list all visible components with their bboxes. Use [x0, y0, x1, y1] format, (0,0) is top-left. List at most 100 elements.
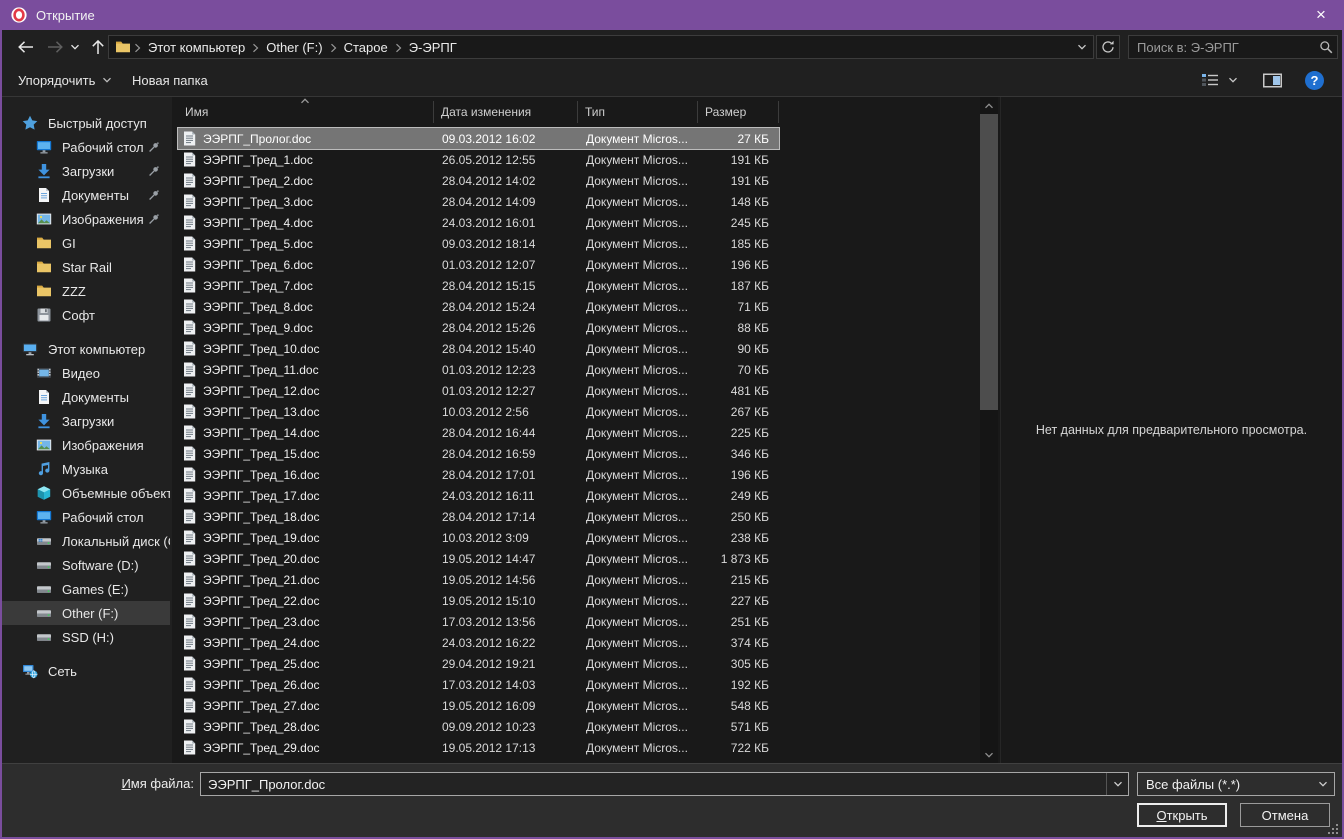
sidebar-item[interactable]: Other (F:) — [2, 601, 170, 625]
file-row[interactable]: ЭЭРПГ_Тред_5.doc 09.03.2012 18:14 Документ… — [178, 233, 779, 254]
sidebar-section-star[interactable]: Быстрый доступ — [2, 111, 170, 135]
file-size: 227 КБ — [730, 593, 769, 608]
file-row[interactable]: ЭЭРПГ_Тред_8.doc 28.04.2012 15:24 Документ… — [178, 296, 779, 317]
file-name: ЭЭРПГ_Тред_7.doc — [203, 278, 313, 293]
address-bar[interactable]: Этот компьютер Other (F:) Старое Э-ЭРПГ — [108, 35, 1094, 59]
file-size: 249 КБ — [730, 488, 769, 503]
file-row[interactable]: ЭЭРПГ_Тред_22.doc 19.05.2012 15:10 Докумен… — [178, 590, 779, 611]
scrollbar-thumb[interactable] — [980, 114, 998, 410]
file-row[interactable]: ЭЭРПГ_Тред_27.doc 19.05.2012 16:09 Докумен… — [178, 695, 779, 716]
column-header-type[interactable]: Тип — [578, 101, 698, 123]
vertical-scrollbar[interactable] — [980, 97, 998, 763]
file-row[interactable]: ЭЭРПГ_Тред_4.doc 24.03.2012 16:01 Документ… — [178, 212, 779, 233]
file-row[interactable]: ЭЭРПГ_Тред_16.doc 28.04.2012 17:01 Докумен… — [178, 464, 779, 485]
file-row[interactable]: ЭЭРПГ_Тред_23.doc 17.03.2012 13:56 Докумен… — [178, 611, 779, 632]
resize-grip[interactable] — [1327, 823, 1339, 835]
breadcrumb-item[interactable]: Старое — [340, 40, 392, 55]
drive-win-icon — [36, 533, 52, 549]
sidebar-item[interactable]: GI — [2, 231, 170, 255]
pin-icon — [148, 165, 160, 177]
file-row[interactable]: ЭЭРПГ_Тред_15.doc 28.04.2012 16:59 Докумен… — [178, 443, 779, 464]
file-row[interactable]: ЭЭРПГ_Тред_13.doc 10.03.2012 2:56 Документ… — [178, 401, 779, 422]
sidebar-item[interactable]: Музыка — [2, 457, 170, 481]
file-row[interactable]: ЭЭРПГ_Тред_3.doc 28.04.2012 14:09 Документ… — [178, 191, 779, 212]
doc-file-icon — [183, 677, 196, 692]
search-box[interactable] — [1128, 35, 1338, 59]
file-row[interactable]: ЭЭРПГ_Тред_26.doc 17.03.2012 14:03 Докумен… — [178, 674, 779, 695]
file-row[interactable]: ЭЭРПГ_Тред_24.doc 24.03.2012 16:22 Докумен… — [178, 632, 779, 653]
sidebar-item[interactable]: Документы — [2, 183, 170, 207]
sidebar-item[interactable]: Загрузки — [2, 159, 170, 183]
column-header-date[interactable]: Дата изменения — [434, 101, 578, 123]
breadcrumb-item[interactable]: Э-ЭРПГ — [405, 40, 461, 55]
file-row[interactable]: ЭЭРПГ_Тред_2.doc 28.04.2012 14:02 Документ… — [178, 170, 779, 191]
sidebar-item[interactable]: Star Rail — [2, 255, 170, 279]
file-row[interactable]: ЭЭРПГ_Тред_29.doc 19.05.2012 17:13 Докумен… — [178, 737, 779, 758]
file-row[interactable]: ЭЭРПГ_Тред_19.doc 10.03.2012 3:09 Документ… — [178, 527, 779, 548]
sidebar-section-network[interactable]: Сеть — [2, 659, 170, 683]
titlebar[interactable]: Открытие × — [0, 0, 1344, 30]
details-view-icon[interactable] — [1197, 66, 1223, 94]
sidebar-item[interactable]: Софт — [2, 303, 170, 327]
drive-icon — [36, 629, 52, 645]
scroll-up-icon[interactable] — [980, 97, 998, 114]
file-row[interactable]: ЭЭРПГ_Тред_6.doc 01.03.2012 12:07 Документ… — [178, 254, 779, 275]
preview-pane-icon[interactable] — [1259, 66, 1285, 94]
column-header-name[interactable]: Имя — [178, 101, 434, 123]
sidebar-item[interactable]: Локальный диск (C:) — [2, 529, 170, 553]
file-row[interactable]: ЭЭРПГ_Тред_9.doc 28.04.2012 15:26 Документ… — [178, 317, 779, 338]
back-button[interactable] — [10, 30, 40, 64]
file-row[interactable]: ЭЭРПГ_Пролог.doc 09.03.2012 16:02 Документ… — [177, 127, 780, 150]
scroll-down-icon[interactable] — [980, 746, 998, 763]
sidebar-item[interactable]: Видео — [2, 361, 170, 385]
file-row[interactable]: ЭЭРПГ_Тред_28.doc 09.09.2012 10:23 Докумен… — [178, 716, 779, 737]
sidebar-item[interactable]: Изображения — [2, 207, 170, 231]
file-row[interactable]: ЭЭРПГ_Тред_1.doc 26.05.2012 12:55 Документ… — [178, 149, 779, 170]
file-type: Документ Micros... — [586, 362, 688, 377]
search-input[interactable] — [1129, 38, 1315, 56]
sidebar-item[interactable]: Рабочий стол — [2, 505, 170, 529]
address-dropdown-chevron-icon[interactable] — [1071, 42, 1093, 52]
sidebar-item[interactable]: SSD (H:) — [2, 625, 170, 649]
file-row[interactable]: ЭЭРПГ_Тред_10.doc 28.04.2012 15:40 Докумен… — [178, 338, 779, 359]
sidebar-item[interactable]: Изображения — [2, 433, 170, 457]
file-row[interactable]: ЭЭРПГ_Тред_18.doc 28.04.2012 17:14 Докумен… — [178, 506, 779, 527]
filetype-select[interactable]: Все файлы (*.*) — [1137, 772, 1335, 796]
file-row[interactable]: ЭЭРПГ_Тред_20.doc 19.05.2012 14:47 Докумен… — [178, 548, 779, 569]
file-row[interactable]: ЭЭРПГ_Тред_21.doc 19.05.2012 14:56 Докумен… — [178, 569, 779, 590]
filename-combobox[interactable] — [200, 772, 1129, 796]
sidebar-item[interactable]: Software (D:) — [2, 553, 170, 577]
sidebar-item[interactable]: ZZZ — [2, 279, 170, 303]
sidebar-item[interactable]: Загрузки — [2, 409, 170, 433]
file-date: 28.04.2012 16:44 — [442, 425, 536, 440]
close-button[interactable]: × — [1298, 0, 1344, 30]
views-chevron-icon[interactable] — [1223, 66, 1243, 94]
breadcrumb-item[interactable]: Other (F:) — [262, 40, 326, 55]
file-type: Документ Micros... — [586, 677, 688, 692]
file-row[interactable]: ЭЭРПГ_Тред_25.doc 29.04.2012 19:21 Докумен… — [178, 653, 779, 674]
file-row[interactable]: ЭЭРПГ_Тред_7.doc 28.04.2012 15:15 Документ… — [178, 275, 779, 296]
file-row[interactable]: ЭЭРПГ_Тред_11.doc 01.03.2012 12:23 Докумен… — [178, 359, 779, 380]
sidebar-section-computer[interactable]: Этот компьютер — [2, 337, 170, 361]
file-date: 24.03.2012 16:01 — [442, 215, 536, 230]
filename-input[interactable] — [201, 775, 1106, 793]
file-date: 28.04.2012 17:01 — [442, 467, 536, 482]
new-folder-button[interactable]: Новая папка — [132, 64, 208, 96]
sidebar-item[interactable]: Объемные объекты — [2, 481, 170, 505]
file-row[interactable]: ЭЭРПГ_Тред_14.doc 28.04.2012 16:44 Докумен… — [178, 422, 779, 443]
file-row[interactable]: ЭЭРПГ_Тред_12.doc 01.03.2012 12:27 Докумен… — [178, 380, 779, 401]
file-row[interactable]: ЭЭРПГ_Тред_17.doc 24.03.2012 16:11 Докумен… — [178, 485, 779, 506]
breadcrumb-item[interactable]: Этот компьютер — [144, 40, 249, 55]
filename-dropdown-chevron-icon[interactable] — [1106, 773, 1128, 795]
organize-button[interactable]: Упорядочить — [18, 64, 112, 96]
open-button[interactable]: Открыть — [1137, 803, 1227, 827]
help-button[interactable]: ? — [1305, 70, 1324, 90]
refresh-button[interactable] — [1096, 35, 1120, 59]
sidebar-item[interactable]: Games (E:) — [2, 577, 170, 601]
column-header-size[interactable]: Размер — [698, 101, 779, 123]
cancel-button[interactable]: Отмена — [1240, 803, 1330, 827]
recent-locations-chevron-icon[interactable] — [66, 30, 84, 64]
sidebar-item[interactable]: Рабочий стол — [2, 135, 170, 159]
sidebar-item[interactable]: Документы — [2, 385, 170, 409]
file-type: Документ Micros... — [586, 635, 688, 650]
